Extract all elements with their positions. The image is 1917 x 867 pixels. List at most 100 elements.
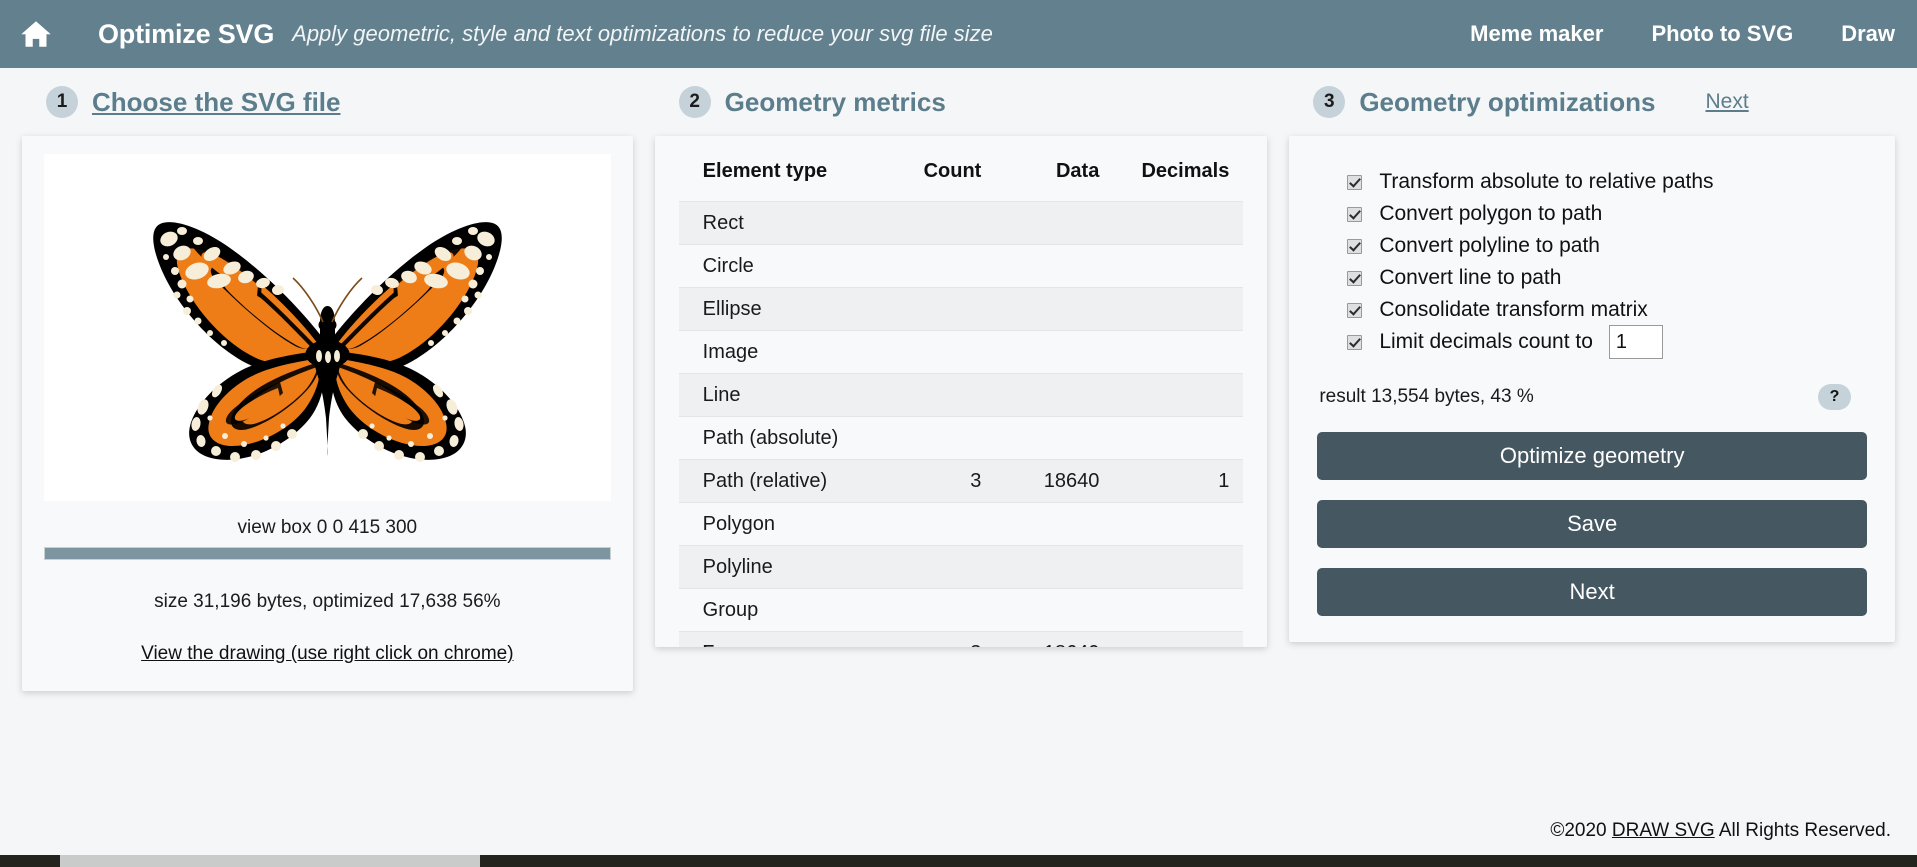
optimize-geometry-button[interactable]: Optimize geometry: [1317, 432, 1867, 480]
metrics-cell-data: [993, 201, 1114, 245]
preview-size-slider[interactable]: [44, 547, 611, 560]
table-row: Line: [678, 373, 1244, 417]
metrics-cell-data: [993, 244, 1114, 288]
svg-preview-stage[interactable]: [44, 154, 611, 501]
metrics-cell-data: 18640: [993, 631, 1114, 647]
metrics-cell-count: [883, 588, 994, 632]
nav-meme-maker[interactable]: Meme maker: [1470, 21, 1603, 47]
geometry-optimizations-panel: Transform absolute to relative paths Conv…: [1289, 136, 1895, 642]
section-header-step2: 2 Geometry metrics: [655, 68, 1268, 136]
metrics-cell-count: [883, 201, 994, 245]
table-header-row: Element type Count Data Decimals: [679, 152, 1244, 202]
metrics-cell-count: [883, 330, 994, 374]
table-row: Polyline: [678, 545, 1244, 589]
nav-draw[interactable]: Draw: [1841, 21, 1895, 47]
metrics-cell-decimals: [1113, 201, 1244, 245]
optimization-options-list: Transform absolute to relative paths Conv…: [1317, 166, 1867, 359]
app-title: Optimize SVG: [98, 18, 275, 49]
metrics-cell-type: Image: [678, 330, 884, 374]
top-navigation: Meme maker Photo to SVG Draw: [1470, 21, 1895, 47]
column-header-decimals: Decimals: [1141, 160, 1230, 182]
optimization-option-label: Transform absolute to relative paths: [1379, 170, 1714, 193]
save-button[interactable]: Save: [1317, 500, 1867, 548]
metrics-cell-data: [993, 588, 1114, 632]
metrics-cell-data: [993, 330, 1114, 374]
table-row: Σ318640: [678, 631, 1244, 647]
horizontal-scrollbar-thumb[interactable]: [60, 855, 480, 867]
metrics-cell-data: 18640: [993, 459, 1114, 503]
checkbox-2[interactable]: [1347, 238, 1363, 254]
result-size-text: result 13,554 bytes, 43 %: [1319, 386, 1534, 407]
app-header: Optimize SVG Apply geometric, style and …: [0, 0, 1917, 68]
table-row: Polygon: [678, 502, 1244, 546]
metrics-cell-type: Line: [678, 373, 884, 417]
brand-link[interactable]: DRAW SVG: [1612, 820, 1715, 841]
butterfly-illustration: [153, 221, 502, 462]
metrics-cell-count: [883, 244, 994, 288]
table-row: Rect: [678, 201, 1244, 245]
checkbox-0[interactable]: [1347, 174, 1363, 190]
rights-text: All Rights Reserved.: [1718, 820, 1891, 841]
metrics-cell-type: Group: [678, 588, 884, 632]
metrics-cell-type: Path (relative): [678, 459, 884, 503]
column-header-count: Count: [923, 160, 982, 182]
optimization-option-label: Limit decimals count to: [1379, 330, 1593, 353]
metrics-cell-decimals: [1113, 588, 1244, 632]
nav-photo-to-svg[interactable]: Photo to SVG: [1651, 21, 1793, 47]
optimization-option-label: Convert polygon to path: [1379, 202, 1603, 225]
metrics-cell-type: Ellipse: [678, 287, 884, 331]
column-header-data: Data: [1055, 160, 1100, 182]
metrics-cell-decimals: [1113, 631, 1244, 647]
metrics-cell-type: Circle: [678, 244, 884, 288]
next-step-link[interactable]: Next: [1705, 90, 1748, 114]
metrics-cell-data: [993, 502, 1114, 546]
view-box-label: view box 0 0 415 300: [237, 517, 418, 538]
file-size-label: size 31,196 bytes, optimized 17,638 56%: [154, 591, 501, 612]
step-badge-2: 2: [678, 86, 711, 118]
column-geometry-metrics: 2 Geometry metrics Element type Count Da…: [654, 68, 1268, 647]
metrics-cell-count: [883, 373, 994, 417]
metrics-table-body: Rect Circle Ellipse Image Line Path (absolute…: [678, 201, 1244, 647]
metrics-cell-decimals: [1113, 373, 1244, 417]
step-badge-1: 1: [46, 86, 78, 118]
column-choose-file: 1 Choose the SVG file view box 0 0 415 3…: [22, 68, 633, 691]
optimization-option-label: Convert polyline to path: [1379, 234, 1600, 257]
checkbox-4[interactable]: [1347, 302, 1363, 318]
page-footer: ©2020 DRAW SVG All Rights Reserved.: [0, 820, 1917, 842]
checkbox-3[interactable]: [1347, 270, 1363, 286]
geometry-metrics-panel: Element type Count Data Decimals Rect Cir…: [654, 136, 1268, 647]
main-content: 1 Choose the SVG file view box 0 0 415 3…: [0, 68, 1917, 691]
help-icon[interactable]: ?: [1818, 384, 1851, 410]
metrics-cell-count: [883, 416, 994, 460]
section-title-geometry-metrics: Geometry metrics: [724, 86, 946, 117]
section-header-step3: 3 Geometry optimizations Next: [1289, 68, 1895, 136]
optimization-option-row: Convert polygon to path: [1347, 198, 1867, 230]
step-badge-3: 3: [1313, 86, 1346, 118]
optimization-option-row: Limit decimals count to: [1347, 325, 1867, 359]
column-geometry-optimizations: 3 Geometry optimizations Next Transform …: [1289, 68, 1895, 642]
section-header-step1: 1 Choose the SVG file: [22, 68, 633, 136]
optimization-option-label: Convert line to path: [1379, 266, 1562, 289]
metrics-cell-decimals: [1113, 502, 1244, 546]
optimization-option-row: Convert line to path: [1347, 262, 1867, 294]
metrics-cell-count: 3: [883, 631, 994, 647]
metrics-cell-type: Rect: [678, 201, 884, 245]
checkbox-5[interactable]: [1347, 334, 1363, 350]
svg-preview-panel: view box 0 0 415 300 size 31,196 bytes, …: [22, 136, 633, 691]
optimization-option-row: Convert polyline to path: [1347, 230, 1867, 262]
metrics-cell-type: Polygon: [678, 502, 884, 546]
decimals-count-input[interactable]: [1608, 325, 1663, 359]
metrics-cell-type: Path (absolute): [678, 416, 884, 460]
table-row: Path (relative) 3 18640 1: [678, 459, 1244, 503]
table-row: Ellipse: [678, 287, 1244, 331]
home-icon[interactable]: [14, 12, 58, 56]
metrics-cell-decimals: [1113, 416, 1244, 460]
table-row: Path (absolute): [678, 416, 1244, 460]
metrics-cell-data: [993, 545, 1114, 589]
copyright-text: ©2020: [1550, 820, 1607, 841]
section-title-choose-file[interactable]: Choose the SVG file: [92, 87, 341, 118]
horizontal-scrollbar[interactable]: [0, 855, 1917, 867]
next-button[interactable]: Next: [1317, 568, 1867, 616]
view-drawing-link[interactable]: View the drawing (use right click on chr…: [44, 643, 611, 665]
checkbox-1[interactable]: [1347, 206, 1363, 222]
